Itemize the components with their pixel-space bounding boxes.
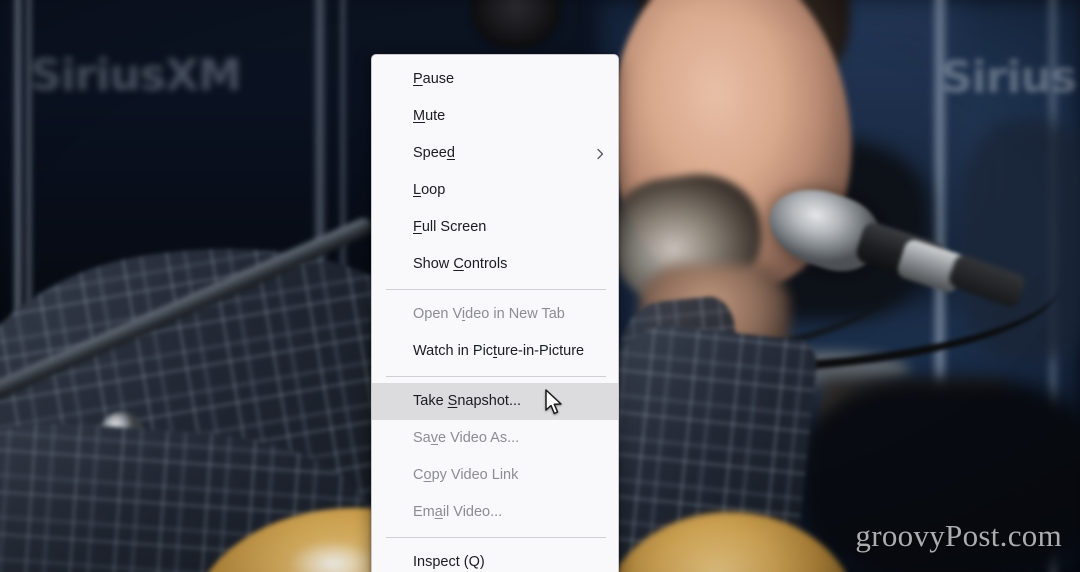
menu-item-show-controls[interactable]: Show Controls [372,246,618,283]
menu-item-label: Loop [413,182,446,198]
menu-item-label: Email Video... [413,504,503,520]
menu-item-label: Take Snapshot... [413,393,522,409]
menu-item-label: Speed [413,145,455,161]
menu-item-label: Mute [413,108,446,124]
menu-item-label: Show Controls [413,256,508,272]
menu-item-watch-picture-in-picture[interactable]: Watch in Picture-in-Picture [372,333,618,370]
menu-item-inspect[interactable]: Inspect (Q) [372,544,618,572]
watermark: groovyPost.com [855,518,1062,553]
menu-item-take-snapshot[interactable]: Take Snapshot... [372,383,618,420]
menu-item-label: Pause [413,71,455,87]
menu-item-loop[interactable]: Loop [372,172,618,209]
menu-item-email-video: Email Video... [372,494,618,531]
chevron-right-icon [594,148,606,160]
menu-item-label: Save Video As... [413,430,520,446]
menu-item-label: Copy Video Link [413,467,519,483]
menu-separator [386,376,606,377]
menu-item-copy-video-link: Copy Video Link [372,457,618,494]
menu-separator [386,537,606,538]
menu-item-label: Inspect (Q) [413,554,485,570]
menu-item-save-video-as: Save Video As... [372,420,618,457]
menu-item-open-video-new-tab: Open Video in New Tab [372,296,618,333]
menu-item-label: Watch in Picture-in-Picture [413,343,585,359]
video-context-menu[interactable]: Pause Mute Speed Loop Full Screen Show Contro… [371,54,619,572]
screen: SiriusXM Sirius groovyPost.com Pause Mut… [0,0,1080,572]
wall-logo-left-text: SiriusXM [30,50,242,101]
menu-item-speed[interactable]: Speed [372,135,618,172]
menu-item-label: Open Video in New Tab [413,306,565,322]
menu-item-pause[interactable]: Pause [372,61,618,98]
menu-item-full-screen[interactable]: Full Screen [372,209,618,246]
menu-item-mute[interactable]: Mute [372,98,618,135]
menu-separator [386,289,606,290]
menu-item-label: Full Screen [413,219,487,235]
